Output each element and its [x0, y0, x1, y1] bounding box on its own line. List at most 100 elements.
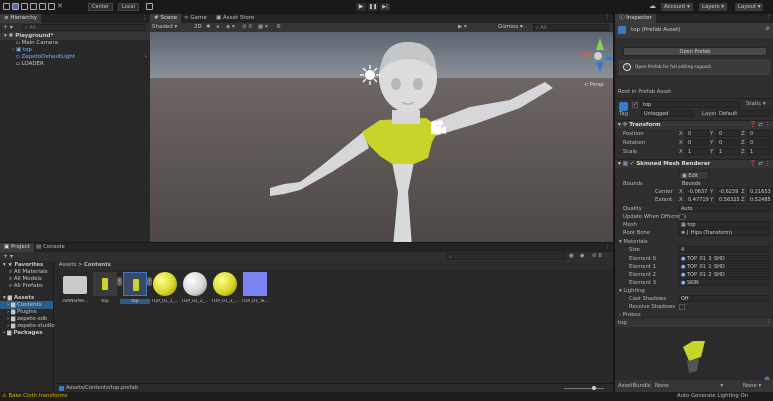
fav-all-prefabs[interactable]: ⌕ All Prefabs [0, 282, 53, 290]
icon-size-slider[interactable] [564, 386, 604, 390]
persp-label[interactable]: < Persp [584, 82, 604, 88]
transform-header[interactable]: ▾ ✥ Transform ❓ ⇄ ⋮ [615, 120, 773, 129]
tab-asset-store[interactable]: ▣ Asset Store [212, 14, 258, 23]
pivot-center-button[interactable]: Center [88, 3, 113, 11]
transform-z-field[interactable]: 0 [747, 139, 771, 146]
static-toggle[interactable]: Static ▾ [746, 101, 766, 107]
transform-x-field[interactable]: 0 [685, 139, 709, 146]
asset-item-model[interactable]: top [92, 272, 118, 308]
transform-y-field[interactable]: 0 [716, 130, 740, 137]
panel-menu-icon[interactable]: ⋮ [605, 15, 610, 21]
asset-settings-icon[interactable]: ⚙ [766, 26, 770, 32]
hidden-objects-icon[interactable]: ⊘ 0 [242, 24, 252, 30]
scale-tool-icon[interactable] [30, 3, 37, 10]
smr-header[interactable]: ▾ ▦ ✓ Skinned Mesh Renderer ❓ ⇄ ⋮ [615, 159, 773, 168]
grid-toggle-icon[interactable]: ▦ ▾ [258, 24, 268, 30]
asset-item-folder[interactable]: TRANSPAR... [62, 272, 88, 308]
transform-tool-icon[interactable] [48, 3, 55, 10]
material-element-field[interactable]: ● SKIN [678, 279, 770, 286]
tab-hierarchy[interactable]: ≡ Hierarchy [0, 14, 41, 23]
bounds-extent-y-field[interactable]: 0.56325 [716, 196, 741, 203]
transform-x-field[interactable]: 0 [685, 130, 709, 137]
offscreen-checkbox[interactable] [679, 214, 685, 220]
packages-item[interactable]: › ▆ Packages [0, 329, 53, 337]
layers-dropdown[interactable]: Layers ▾ [699, 3, 727, 11]
panel-menu-icon[interactable]: ⋮ [605, 244, 610, 250]
bounds-extent-z-field[interactable]: 0.52485 [747, 196, 772, 203]
lighting-toggle-icon[interactable]: ✹ [206, 24, 211, 30]
filter-type-icon[interactable]: ◉ [569, 253, 574, 259]
asset-item-prefab[interactable]: top [120, 272, 150, 308]
status-warning[interactable]: ⚠ Bake Cloth transforms [2, 393, 67, 399]
breadcrumb-assets[interactable]: Assets [59, 262, 76, 268]
lighting-foldout[interactable]: ▾ Lighting [619, 288, 645, 294]
assetbundle-variant-dropdown[interactable]: None ▾ [743, 383, 761, 389]
transform-x-field[interactable]: 1 [685, 148, 709, 155]
cloud-icon[interactable]: ☁ [649, 2, 656, 10]
play-button[interactable]: ▶ [356, 3, 366, 11]
custom-tool-icon[interactable]: ✕ [57, 3, 64, 10]
quality-dropdown[interactable]: Auto [678, 205, 770, 212]
layout-dropdown[interactable]: Layout ▾ [735, 3, 764, 11]
panel-menu-icon[interactable]: ⋮ [766, 15, 771, 21]
bounds-center-y-field[interactable]: -0.6239 [716, 188, 741, 195]
open-prefab-button[interactable]: Open Prefab [623, 47, 767, 56]
add-button[interactable]: + ▾ [3, 24, 13, 31]
asset-item-mat-yellow[interactable]: TOP_01_1_... [151, 272, 179, 308]
asset-item-mat-white[interactable]: TOP_01_2_... [181, 272, 209, 308]
bounds-center-z-field[interactable]: 0.21653 [747, 188, 772, 195]
rect-tool-icon[interactable] [39, 3, 46, 10]
move-tool-icon[interactable] [12, 3, 19, 10]
material-element-field[interactable]: ● TOP_01_1_SHD [678, 263, 770, 270]
light-gizmo-icon[interactable] [360, 65, 380, 85]
asset-item-texture[interactable]: TOP_01_Te... [242, 272, 269, 308]
scene-tools-icon[interactable]: ⚙ [276, 24, 281, 30]
transform-z-field[interactable]: 0 [747, 130, 771, 137]
step-button[interactable]: ▶| [380, 3, 390, 11]
hidden-packages-icon[interactable]: ⊘ 8 [592, 253, 602, 259]
bounds-extent-x-field[interactable]: 0.47719 [685, 196, 710, 203]
create-button[interactable]: + ▾ [3, 253, 13, 260]
size-field[interactable]: 4 [678, 246, 770, 253]
edit-bounds-button[interactable]: ▣ Edit Bounds [679, 171, 709, 187]
transform-z-field[interactable]: 1 [747, 148, 771, 155]
panel-menu-icon[interactable]: ⋮ [142, 15, 147, 21]
rotate-tool-icon[interactable] [21, 3, 28, 10]
material-element-field[interactable]: ● TOP_01_2_SHD [678, 271, 770, 278]
shading-dropdown[interactable]: Shaded ▾ [152, 24, 177, 30]
cast-shadows-dropdown[interactable]: Off [678, 295, 770, 302]
pivot-local-button[interactable]: Local [118, 3, 139, 11]
transform-y-field[interactable]: 0 [716, 139, 740, 146]
tab-console[interactable]: ▤ Console [32, 243, 69, 252]
receive-shadows-checkbox[interactable] [679, 304, 685, 310]
audio-toggle-icon[interactable]: ◂ [216, 24, 219, 30]
active-checkbox[interactable]: ✓ [632, 102, 638, 108]
hand-tool-icon[interactable] [3, 3, 10, 10]
root-bone-field[interactable]: ✥ J_Hips (Transform) [678, 229, 770, 236]
asset-item-mat-yellow[interactable]: TOP_01_3_... [211, 272, 239, 308]
materials-foldout[interactable]: ▾ Materials [619, 239, 648, 245]
camera-settings-icon[interactable]: ▶ ▾ [458, 24, 467, 30]
tab-inspector[interactable]: ⓘ Inspector [615, 14, 656, 23]
preview-menu-icon[interactable]: ⋮ [766, 319, 771, 325]
tab-project[interactable]: ▣ Project [0, 243, 34, 252]
gizmos-dropdown[interactable]: Gizmos ▾ [498, 24, 523, 30]
tab-scene[interactable]: # Scene [150, 14, 182, 23]
toggle-2d-button[interactable]: 2D [194, 24, 202, 30]
mesh-field[interactable]: ▦ top [678, 221, 770, 228]
hierarchy-search-input[interactable]: ⌕ All [22, 24, 146, 31]
pause-button[interactable]: ❚❚ [368, 3, 378, 11]
probes-foldout[interactable]: › Probes [619, 312, 641, 318]
tag-dropdown[interactable]: Untagged [641, 110, 693, 117]
layer-dropdown[interactable]: Default [716, 110, 770, 117]
transform-y-field[interactable]: 1 [716, 148, 740, 155]
material-element-field[interactable]: ● TOP_01_3_SHD [678, 255, 770, 262]
filter-label-icon[interactable]: ◆ [580, 253, 584, 259]
tab-game[interactable]: ∞ Game [180, 14, 211, 23]
account-dropdown[interactable]: Account ▾ [661, 3, 693, 11]
effects-toggle-icon[interactable]: ◈ ▾ [226, 24, 235, 30]
breadcrumb-contents[interactable]: Contents [84, 262, 111, 268]
scene-viewport[interactable]: < Persp [150, 32, 613, 242]
scene-search-input[interactable]: ⌕ All [533, 24, 609, 31]
bounds-center-x-field[interactable]: -0.0637 [685, 188, 710, 195]
